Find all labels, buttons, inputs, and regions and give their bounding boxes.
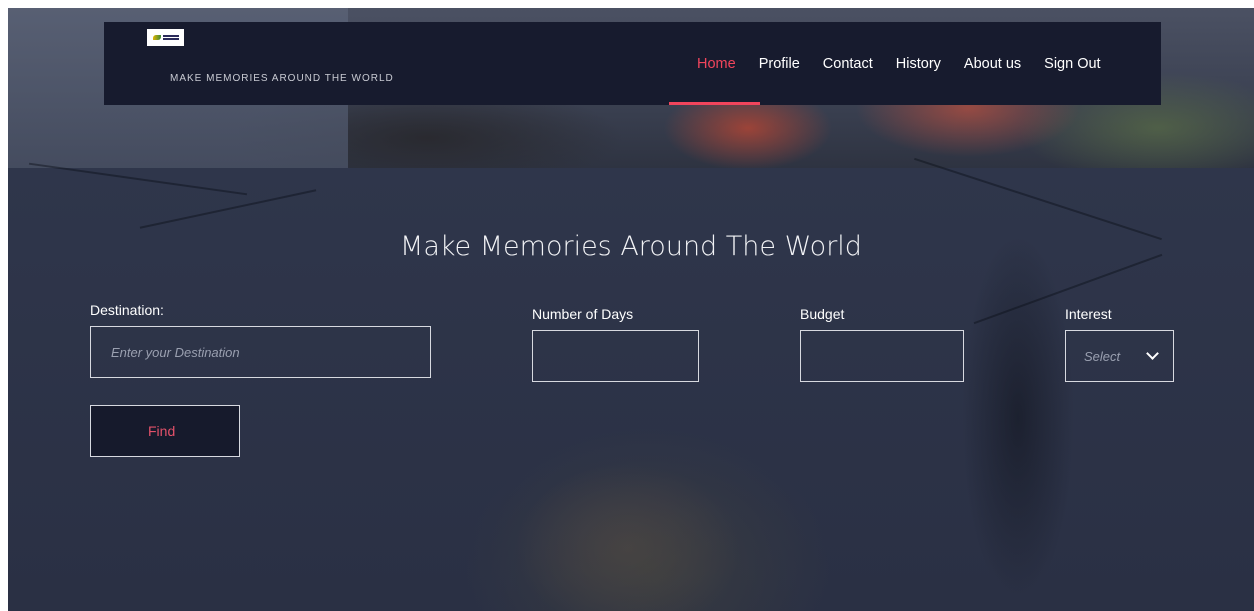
tagline: MAKE MEMORIES AROUND THE WORLD — [170, 73, 394, 84]
page-headline: Make Memories Around The World — [400, 231, 862, 262]
nav-about-us[interactable]: About us — [964, 56, 1021, 72]
page-frame: MAKE MEMORIES AROUND THE WORLD Home Prof… — [8, 8, 1254, 611]
days-label: Number of Days — [532, 306, 634, 322]
logo-wordmark — [162, 35, 179, 40]
find-button[interactable]: Find — [90, 405, 240, 457]
logo-mark — [152, 35, 161, 40]
palm-frond — [28, 162, 248, 196]
nav-home[interactable]: Home — [697, 56, 736, 72]
nav-history[interactable]: History — [896, 56, 941, 72]
travel-explorer-logo[interactable] — [147, 29, 184, 46]
nav-profile[interactable]: Profile — [759, 56, 800, 72]
destination-label: Destination: — [90, 302, 164, 318]
days-input[interactable] — [532, 330, 699, 382]
budget-input[interactable] — [800, 330, 964, 382]
budget-label: Budget — [800, 306, 845, 322]
nav-sign-out[interactable]: Sign Out — [1044, 56, 1100, 72]
navbar: MAKE MEMORIES AROUND THE WORLD Home Prof… — [104, 22, 1161, 105]
interest-select[interactable]: Select — [1065, 330, 1174, 382]
nav-contact[interactable]: Contact — [823, 56, 873, 72]
palm-frond — [139, 189, 317, 229]
active-nav-indicator — [669, 102, 760, 105]
interest-selected-value: Select — [1084, 348, 1121, 364]
destination-input[interactable]: Enter your Destination — [90, 326, 431, 378]
palm-frond — [914, 157, 1162, 241]
chevron-down-icon — [1146, 347, 1159, 360]
interest-label: Interest — [1065, 306, 1112, 322]
nav-links: Home Profile Contact History About us Si… — [697, 56, 1124, 72]
